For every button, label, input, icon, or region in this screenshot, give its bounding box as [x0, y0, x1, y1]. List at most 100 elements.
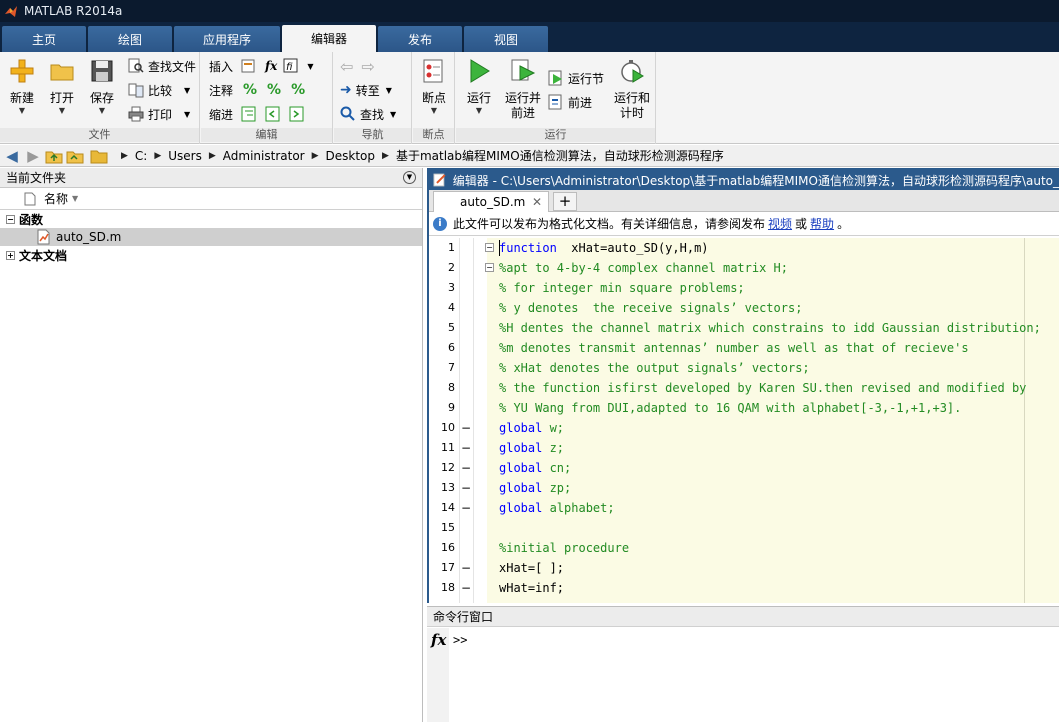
goto-button[interactable]: ➜ 转至 ▼: [340, 80, 392, 100]
code-line[interactable]: 4 % y denotes the receive signals’ vector…: [429, 298, 1059, 318]
code-line[interactable]: 7 % xHat denotes the output signals’ vect…: [429, 358, 1059, 378]
breakpoint-marker[interactable]: −: [461, 578, 471, 598]
nav-forward-icon[interactable]: ⇨: [361, 57, 374, 76]
code-line[interactable]: 17− xHat=[ ];: [429, 558, 1059, 578]
run-section-button[interactable]: 运行节: [548, 68, 604, 88]
code-line[interactable]: 8 % the function isfirst developed by Kar…: [429, 378, 1059, 398]
run-button[interactable]: 运行 ▼: [460, 58, 498, 115]
decrease-indent-icon[interactable]: [265, 106, 281, 122]
tab-home[interactable]: 主页: [2, 26, 86, 52]
comment-button[interactable]: 注释 % % %: [209, 80, 305, 100]
insert-function-icon[interactable]: fi: [283, 58, 299, 74]
new-tab-button[interactable]: +: [553, 192, 577, 211]
smart-indent-icon[interactable]: [241, 106, 257, 122]
advance-button[interactable]: 前进: [548, 92, 592, 112]
open-button[interactable]: 打开 ▼: [43, 58, 81, 115]
command-window[interactable]: 命令行窗口 fx >>: [427, 606, 1059, 722]
panel-menu-icon[interactable]: ▼: [403, 171, 416, 184]
browse-folder-icon[interactable]: [66, 148, 84, 164]
code-line[interactable]: 10− global w;: [429, 418, 1059, 438]
increase-indent-icon[interactable]: [289, 106, 305, 122]
nav-back-icon[interactable]: ⇦: [340, 57, 353, 76]
dropdown-arrow-icon: ▼: [385, 85, 392, 95]
tab-publish[interactable]: 发布: [378, 26, 462, 52]
find-button[interactable]: 查找 ▼: [340, 104, 396, 124]
code-keyword: global: [499, 421, 543, 435]
back-arrow-icon[interactable]: ◀: [3, 147, 21, 165]
percent-comment-icon[interactable]: %: [243, 82, 257, 98]
forward-arrow-icon[interactable]: ▶: [24, 147, 42, 165]
file-item-auto-sd[interactable]: auto_SD.m: [0, 228, 422, 246]
code-line[interactable]: 1 − function xHat=auto_SD(y,H,m): [429, 238, 1059, 258]
dropdown-arrow-icon[interactable]: ▼: [307, 62, 313, 71]
breadcrumb-item[interactable]: Users: [168, 149, 202, 163]
code-area[interactable]: 1− function xHat=auto_SD(y,H,m) 2− %apt to …: [429, 238, 1059, 603]
stopwatch-run-icon: [621, 60, 644, 83]
wrap-comment-icon[interactable]: %: [291, 82, 305, 98]
code-line[interactable]: 16 %initial procedure: [429, 538, 1059, 558]
fold-toggle-icon[interactable]: −: [485, 263, 494, 272]
code-text: % YU Wang from DUI,adapted to 16 QAM wit…: [499, 398, 961, 418]
code-line[interactable]: 5 %H dentes the channel matrix which cons…: [429, 318, 1059, 338]
tree-group-text-documents[interactable]: + 文本文档: [0, 246, 422, 264]
code-line[interactable]: 15: [429, 518, 1059, 538]
breadcrumb-item[interactable]: Desktop: [326, 149, 376, 163]
video-link[interactable]: 视频: [768, 215, 792, 232]
code-line[interactable]: 18− wHat=inf;: [429, 578, 1059, 598]
tab-editor[interactable]: 编辑器: [282, 25, 376, 52]
run-time-button[interactable]: 运行和 计时: [611, 58, 653, 121]
breakpoint-marker[interactable]: −: [461, 458, 471, 478]
fold-toggle-icon[interactable]: −: [485, 243, 494, 252]
breakpoints-button[interactable]: 断点 ▼: [415, 58, 453, 115]
file-icon: [24, 192, 36, 205]
window-title: MATLAB R2014a: [24, 4, 123, 18]
breadcrumb-item[interactable]: C:: [135, 149, 147, 163]
editor-tab-auto-sd[interactable]: auto_SD.m ✕: [433, 191, 549, 212]
chevron-right-icon: ▶: [311, 150, 319, 161]
column-header-name[interactable]: 名称 ▼: [0, 188, 422, 210]
breakpoint-marker[interactable]: −: [461, 498, 471, 518]
code-token: wHat=inf;: [499, 581, 565, 595]
uncomment-icon[interactable]: %: [267, 82, 281, 98]
breadcrumb-item[interactable]: 基于matlab编程MIMO通信检测算法，自动球形检测源码程序: [396, 147, 724, 164]
code-line[interactable]: 2 − %apt to 4-by-4 complex channel matrix …: [429, 258, 1059, 278]
breakpoint-marker[interactable]: −: [461, 478, 471, 498]
fx-function-browser-icon[interactable]: fx: [431, 631, 446, 649]
close-tab-icon[interactable]: ✕: [532, 195, 542, 209]
code-line[interactable]: 11− global z;: [429, 438, 1059, 458]
ribbon: 新建 ▼ 打开 ▼ 保存 ▼ 查找文件 比较 ▼ 打印 ▼ 文件 插入 fx f…: [0, 52, 1059, 144]
run-advance-button[interactable]: 运行并 前进: [502, 58, 544, 121]
insert-button[interactable]: 插入 fx fi ▼: [209, 56, 314, 76]
up-folder-icon[interactable]: [45, 148, 63, 164]
help-link[interactable]: 帮助: [810, 215, 834, 232]
collapse-icon[interactable]: −: [6, 214, 15, 224]
command-prompt[interactable]: >>: [453, 633, 467, 647]
new-button[interactable]: 新建 ▼: [3, 58, 41, 115]
compare-button[interactable]: 比较 ▼: [128, 80, 190, 100]
nav-back-forward[interactable]: ⇦ ⇨: [340, 56, 375, 76]
expand-icon[interactable]: +: [6, 250, 15, 260]
breadcrumb-item[interactable]: Administrator: [223, 149, 305, 163]
code-text: % xHat denotes the output signals’ vecto…: [499, 358, 810, 378]
fx-icon[interactable]: fx: [265, 59, 277, 73]
find-files-button[interactable]: 查找文件: [128, 56, 196, 76]
code-line[interactable]: 6 %m denotes transmit antennas’ number as…: [429, 338, 1059, 358]
breakpoint-marker[interactable]: −: [461, 558, 471, 578]
tab-view[interactable]: 视图: [464, 26, 548, 52]
code-line[interactable]: 13− global zp;: [429, 478, 1059, 498]
code-line[interactable]: 9 % YU Wang from DUI,adapted to 16 QAM wi…: [429, 398, 1059, 418]
breakpoint-marker[interactable]: −: [461, 418, 471, 438]
save-button[interactable]: 保存 ▼: [83, 58, 121, 115]
code-text: global z;: [499, 438, 564, 458]
breakpoint-marker[interactable]: −: [461, 438, 471, 458]
dropdown-arrow-icon: ▼: [58, 106, 66, 115]
code-line[interactable]: 3 % for integer min square problems;: [429, 278, 1059, 298]
print-button[interactable]: 打印 ▼: [128, 104, 190, 124]
tree-group-functions[interactable]: − 函数: [0, 210, 422, 228]
indent-button[interactable]: 缩进: [209, 104, 309, 124]
tab-apps[interactable]: 应用程序: [174, 26, 280, 52]
tab-plots[interactable]: 绘图: [88, 26, 172, 52]
code-line[interactable]: 14− global alphabet;: [429, 498, 1059, 518]
m-file-icon: [37, 229, 50, 245]
code-line[interactable]: 12− global cn;: [429, 458, 1059, 478]
